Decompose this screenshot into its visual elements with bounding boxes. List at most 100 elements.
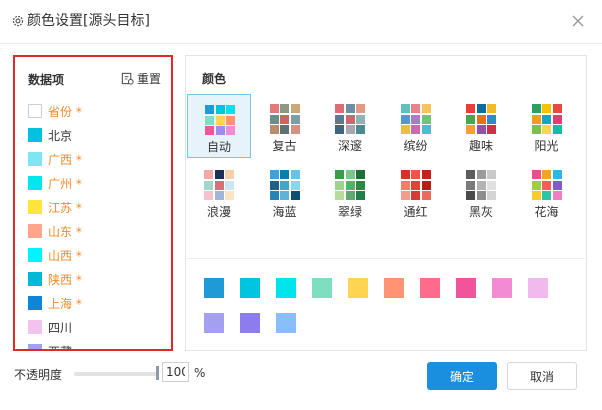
list-item[interactable]: 广州 * [28, 171, 168, 195]
dialog-titlebar: 颜色设置[源头目标] [0, 0, 602, 44]
color-swatch[interactable] [28, 176, 42, 190]
list-item[interactable]: 山西 * [28, 243, 168, 267]
color-swatch[interactable] [28, 128, 42, 142]
scheme-color-cell [542, 180, 551, 190]
gear-icon [12, 15, 24, 27]
color-swatch[interactable] [28, 320, 42, 334]
palette-swatch[interactable] [204, 313, 224, 333]
scheme-color-cell [466, 191, 475, 200]
scheme-color-cell [476, 104, 486, 113]
scheme-color-cell [204, 180, 213, 190]
color-scheme-option[interactable]: 通红 [384, 160, 448, 224]
scheme-name: 黑灰 [468, 205, 493, 219]
palette-swatch[interactable] [276, 278, 296, 298]
list-item[interactable]: 陕西 * [28, 267, 168, 291]
color-swatch[interactable] [28, 152, 42, 166]
scheme-color-cell [531, 180, 541, 190]
palette-swatch[interactable] [348, 278, 368, 298]
scheme-color-cell [531, 114, 541, 124]
color-scheme-option[interactable]: 趣味 [449, 94, 513, 158]
palette-swatch[interactable] [456, 278, 476, 298]
list-item[interactable]: 省份 * [28, 99, 168, 123]
palette-swatch[interactable] [276, 313, 296, 333]
reset-button[interactable]: 重置 [121, 70, 161, 87]
scheme-preview [531, 170, 562, 200]
scheme-preview [269, 104, 300, 134]
scheme-color-cell [552, 191, 562, 200]
list-item-label: 陕西 * [48, 272, 82, 287]
scheme-preview [466, 104, 496, 134]
cancel-button[interactable]: 取消 [507, 362, 577, 390]
color-swatch[interactable] [28, 344, 42, 349]
color-scheme-option[interactable]: 翠绿 [318, 160, 382, 224]
scheme-color-cell [214, 191, 224, 200]
color-swatch[interactable] [28, 104, 42, 118]
scheme-name: 阳光 [534, 139, 559, 153]
palette-swatch[interactable] [420, 278, 440, 298]
dialog-title: 颜色设置[源头目标] [27, 13, 150, 29]
color-scheme-header: 颜色 [202, 72, 227, 86]
scheme-color-cell [225, 191, 234, 200]
palette-swatch[interactable] [492, 278, 512, 298]
scheme-color-cell [400, 191, 410, 200]
list-item[interactable]: 四川 [28, 315, 168, 339]
scheme-color-cell [269, 191, 279, 200]
scheme-color-cell [552, 170, 562, 179]
list-item[interactable]: 上海 * [28, 291, 168, 315]
list-item[interactable]: 西藏 [28, 339, 168, 349]
scheme-color-cell [400, 114, 410, 124]
list-item[interactable]: 山东 * [28, 219, 168, 243]
list-item-label: 上海 * [48, 296, 82, 311]
list-item[interactable]: 北京 [28, 123, 168, 147]
color-scheme-option[interactable]: 复古 [253, 94, 317, 158]
scheme-name: 自动 [206, 140, 231, 154]
color-swatch[interactable] [28, 296, 42, 310]
scheme-color-cell [411, 170, 420, 179]
color-swatch[interactable] [28, 248, 42, 262]
palette-swatch[interactable] [384, 278, 404, 298]
scheme-color-cell [215, 126, 225, 135]
color-swatch[interactable] [28, 272, 42, 286]
scheme-color-cell [269, 114, 279, 124]
color-scheme-option[interactable]: 花海 [515, 160, 579, 224]
scheme-color-cell [411, 114, 420, 124]
ok-button[interactable]: 确定 [427, 362, 497, 390]
palette-swatch[interactable] [204, 278, 224, 298]
scheme-color-cell [290, 170, 300, 179]
scheme-color-cell [205, 126, 214, 135]
scheme-color-cell [335, 170, 344, 179]
palette-swatch[interactable] [528, 278, 548, 298]
color-scheme-option[interactable]: 自动 [187, 94, 251, 158]
scheme-color-cell [487, 114, 496, 124]
scheme-color-cell [542, 191, 551, 200]
data-items-header: 数据项 [28, 73, 65, 87]
list-item-label: 四川 [48, 320, 73, 335]
opacity-slider-handle[interactable] [156, 366, 159, 380]
scheme-color-cell [335, 180, 344, 190]
close-icon[interactable] [570, 13, 586, 29]
list-item[interactable]: 江苏 * [28, 195, 168, 219]
color-scheme-option[interactable]: 海蓝 [253, 160, 317, 224]
color-scheme-option[interactable]: 深邃 [318, 94, 382, 158]
scheme-color-cell [400, 104, 410, 113]
opacity-input[interactable] [162, 362, 189, 382]
palette-swatch[interactable] [240, 313, 260, 333]
list-item[interactable]: 广西 * [28, 147, 168, 171]
color-swatch[interactable] [28, 200, 42, 214]
scheme-color-cell [476, 125, 486, 134]
scheme-color-cell [290, 191, 300, 200]
scheme-color-cell [269, 170, 279, 179]
palette-swatch[interactable] [240, 278, 260, 298]
color-scheme-option[interactable]: 黑灰 [449, 160, 513, 224]
color-swatch[interactable] [28, 224, 42, 238]
color-scheme-option[interactable]: 缤纷 [384, 94, 448, 158]
scheme-color-cell [214, 170, 224, 179]
scheme-color-cell [356, 170, 365, 179]
opacity-slider-track[interactable] [74, 372, 158, 376]
color-scheme-option[interactable]: 浪漫 [187, 160, 251, 224]
list-item-label: 省份 * [48, 104, 82, 119]
color-scheme-option[interactable]: 阳光 [515, 94, 579, 158]
palette-swatch[interactable] [312, 278, 332, 298]
scheme-color-cell [205, 105, 214, 114]
scheme-preview [205, 105, 235, 135]
